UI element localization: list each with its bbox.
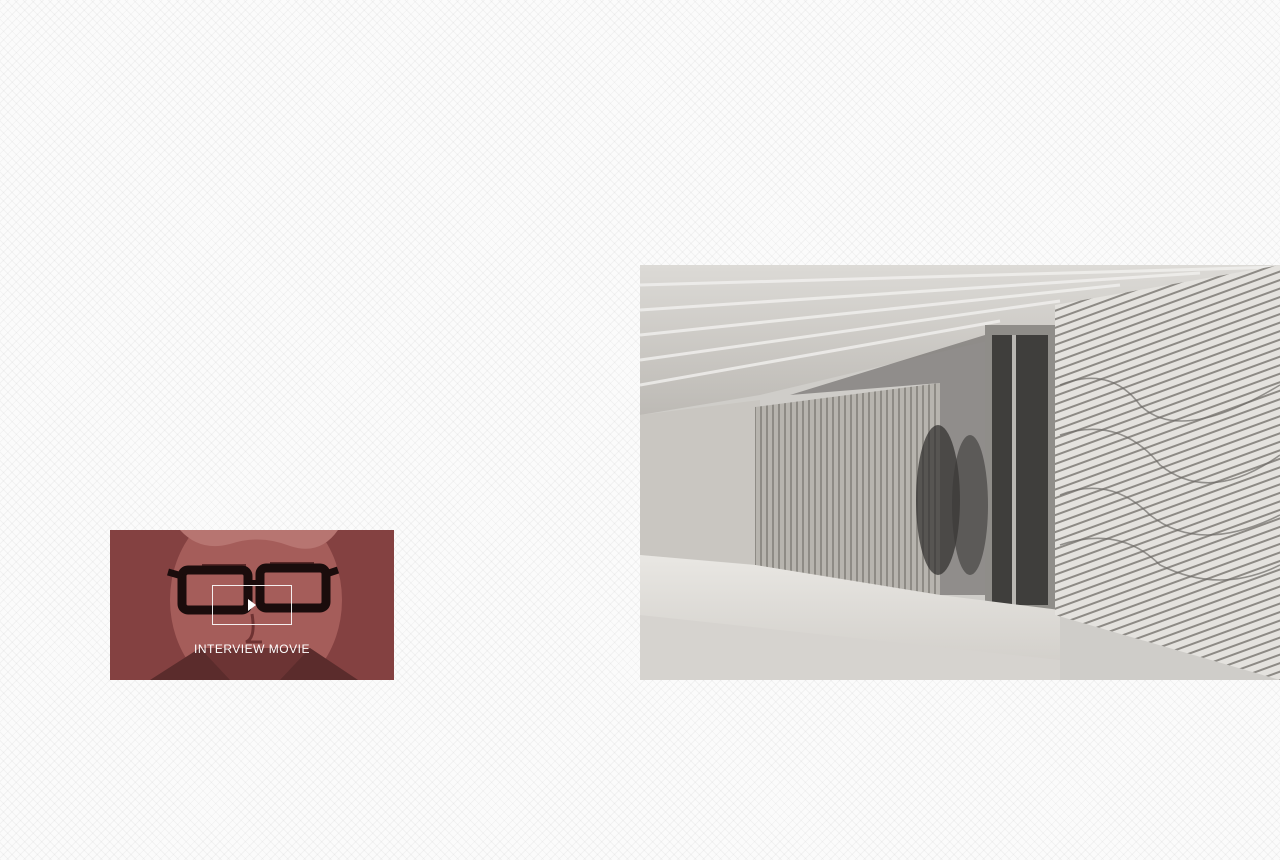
interview-movie-card[interactable]: INTERVIEW MOVIE <box>110 530 394 680</box>
play-icon <box>248 599 256 611</box>
play-button[interactable] <box>212 585 292 625</box>
interview-movie-label: INTERVIEW MOVIE <box>194 642 310 656</box>
gallery-entrance-photo <box>640 265 1280 680</box>
